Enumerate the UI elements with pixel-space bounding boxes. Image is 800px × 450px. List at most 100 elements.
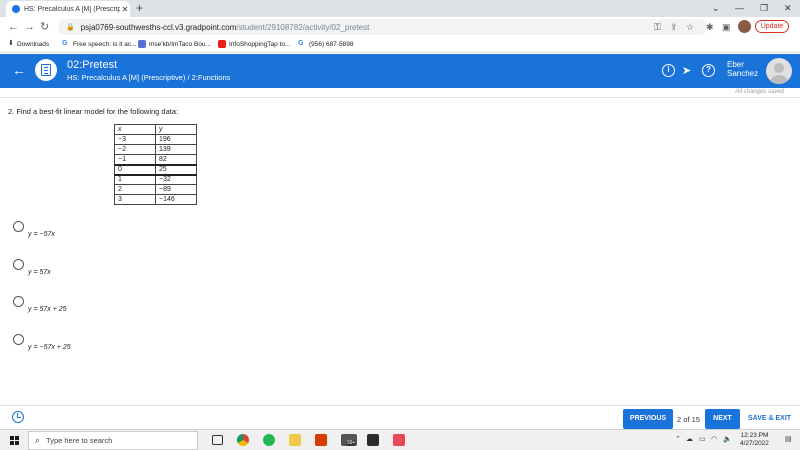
table-header-row: x y [114,124,197,135]
chrome-icon[interactable] [237,434,249,446]
new-tab-icon[interactable]: + [136,1,143,15]
windows-taskbar: ⌕ Type here to search 99+ ⌃ ☁ ▭ ◠ 🔈 12:2… [0,429,800,450]
radio-button[interactable] [13,334,24,345]
download-icon: ⬇ [8,40,14,47]
table-row: 0 25 [114,163,197,175]
activity-footer: PREVIOUS 2 of 15 NEXT SAVE & EXIT [0,405,800,429]
share-icon[interactable]: ⇪ [670,20,678,34]
system-date: 4/27/2022 [740,440,769,447]
update-button[interactable]: Update [755,20,789,33]
lock-icon: 🔒 [66,24,75,31]
table-row: −2 139 [114,144,197,155]
notification-badge: 99+ [346,440,357,446]
user-last-name: Sanchez [727,69,759,78]
question-text: 2. Find a best-fit linear model for the … [8,107,179,116]
option-label: y = −57x + 25 [28,344,71,351]
show-hidden-icons-icon[interactable]: ⌃ [675,435,681,443]
option-label: y = 57x + 25 [28,306,67,313]
google-icon: G [298,40,304,47]
extensions-icon[interactable]: ✱ [706,20,714,34]
google-icon: G [62,40,68,47]
table-row: −1 82 [114,154,197,165]
minimize-icon[interactable]: — [735,0,744,17]
star-icon[interactable]: ☆ [686,20,694,34]
activity-icon [35,59,57,81]
table-cell: 139 [155,144,197,155]
task-view-icon[interactable] [212,435,223,445]
clock-icon[interactable] [12,411,24,423]
data-table: x y −3 196 −2 139 −1 82 0 25 1 −32 2 −89 3 −146 [114,124,197,205]
radio-button[interactable] [13,221,24,232]
table-cell: −1 [114,154,156,165]
next-button[interactable]: NEXT [705,409,740,429]
notifications-icon[interactable]: ▤ [785,435,792,443]
option-label: y = 57x [28,269,51,276]
side-panel-icon[interactable]: ▣ [722,20,731,34]
avatar[interactable] [766,58,792,84]
bookmark-downloads[interactable]: ⬇ Downloads [8,40,49,48]
save-exit-button[interactable]: SAVE & EXIT [748,415,791,422]
previous-button[interactable]: PREVIOUS [623,409,673,429]
windows-start-icon[interactable] [10,436,19,445]
table-row: 1 −32 [114,173,197,185]
app-icon[interactable] [393,434,405,446]
back-arrow-icon[interactable]: ← [12,62,26,78]
help-icon[interactable]: ? [702,64,715,77]
bookmark-free-speech[interactable]: G Free speech: is it ac... [62,40,137,48]
spotify-icon[interactable] [263,434,275,446]
close-tab-icon[interactable]: ✕ [120,5,130,14]
system-time: 12:23 PM [740,432,769,439]
table-cell: 196 [155,134,197,145]
search-icon: ⌕ [35,435,41,445]
close-window-icon[interactable]: ✕ [784,0,792,17]
office-icon[interactable] [315,434,327,446]
radio-button[interactable] [13,296,24,307]
taskbar-search[interactable]: ⌕ Type here to search [28,431,198,450]
key-icon[interactable]: ⚿ [654,20,661,34]
user-first-name: Eber [727,60,744,69]
back-icon[interactable]: ← [8,19,19,35]
table-cell: 3 [114,194,156,205]
volume-icon[interactable]: 🔈 [723,435,732,443]
radio-button[interactable] [13,259,24,270]
tab-search-icon[interactable]: ⌄ [712,0,720,17]
address-bar[interactable]: 🔒 psja0769-southwesths-ccl.v3.gradpoint.… [58,19,708,35]
table-row: 3 −146 [114,194,197,205]
info-icon[interactable]: i [662,64,675,77]
bookmark-infoshopping[interactable]: InfoShoppingTap to... [218,40,290,48]
bookmark-phone[interactable]: G (956) 687-5898 [298,40,353,48]
bookmark-mse[interactable]: mse'kb/ImTaco Bou... [138,40,211,48]
url-host: psja0769-southwesths-ccl.v3.gradpoint.co… [80,22,237,32]
restore-icon[interactable]: ❐ [760,0,768,17]
bookmark-label: Downloads [17,40,50,48]
divider [0,97,800,98]
save-status: All changes saved [735,89,784,95]
app-header: ← 02:Pretest HS: Precalculus A [M] (Pres… [0,54,800,88]
table-row: −3 196 [114,134,197,145]
store-icon[interactable] [367,434,379,446]
user-name[interactable]: Eber Sanchez [727,60,758,78]
table-cell: −2 [114,144,156,155]
cloud-icon[interactable]: ☁ [686,435,693,443]
send-icon[interactable]: ➤ [682,64,691,77]
bookmark-label: (956) 687-5898 [309,40,354,48]
profile-avatar[interactable] [738,20,751,33]
youtube-icon [218,40,226,48]
table-cell: 2 [114,184,156,195]
breadcrumb: HS: Precalculus A [M] (Prescriptive) / 2… [67,73,231,82]
table-cell: −146 [155,194,197,205]
table-cell: 1 [114,173,156,185]
reload-icon[interactable]: ↻ [40,19,49,35]
system-clock[interactable]: 12:23 PM 4/27/2022 [740,432,769,448]
browser-toolbar: ← → ↻ 🔒 psja0769-southwesths-ccl.v3.grad… [0,17,800,37]
page-counter: 2 of 15 [677,415,700,424]
table-cell: −89 [155,184,197,195]
tab-title: HS: Precalculus A [M] (Prescripti... [24,5,120,13]
battery-icon[interactable]: ▭ [699,435,706,443]
column-header: y [155,124,197,135]
browser-tab[interactable]: HS: Precalculus A [M] (Prescripti... ✕ [6,1,130,17]
wifi-icon[interactable]: ◠ [711,435,717,443]
bookmark-label: Free speech: is it ac... [73,40,137,48]
file-explorer-icon[interactable] [289,434,301,446]
forward-icon[interactable]: → [24,19,35,35]
